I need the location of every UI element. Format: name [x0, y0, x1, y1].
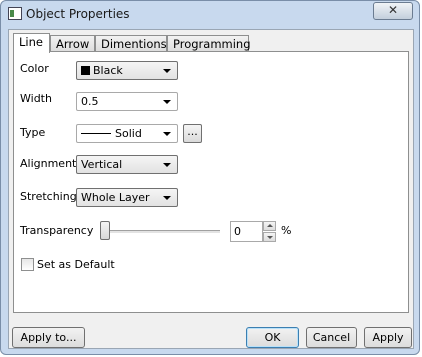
tab-programming[interactable]: Programming	[167, 35, 251, 52]
arrow-down-icon	[267, 236, 273, 239]
line-tab-panel: Color Black Width 0.5 Type Solid ... Ali…	[13, 51, 409, 313]
transparency-input[interactable]: 0	[230, 221, 263, 242]
stretching-value: Whole Layer	[81, 191, 150, 204]
chevron-down-icon	[163, 196, 171, 200]
apply-to-button[interactable]: Apply to...	[12, 327, 85, 348]
app-window-icon	[8, 7, 22, 20]
chevron-down-icon	[163, 100, 171, 104]
set-default-checkbox[interactable]	[21, 258, 34, 271]
dialog-body: Line Arrow Dimentions Programming Color …	[8, 29, 414, 349]
transparency-slider-thumb[interactable]	[100, 221, 110, 240]
chevron-down-icon	[163, 132, 171, 136]
tab-arrow[interactable]: Arrow	[50, 35, 95, 52]
tab-line[interactable]: Line	[13, 33, 50, 53]
solid-line-sample	[81, 133, 111, 134]
chevron-down-icon	[163, 163, 171, 167]
type-dropdown[interactable]: Solid	[76, 124, 178, 143]
percent-unit: %	[281, 224, 292, 237]
close-icon: ✕	[387, 3, 399, 17]
alignment-label: Alignment	[20, 157, 77, 170]
spin-down-button[interactable]	[263, 232, 276, 242]
window-title: Object Properties	[26, 7, 130, 21]
transparency-label: Transparency	[20, 224, 94, 237]
apply-button[interactable]: Apply	[364, 327, 412, 348]
color-label: Color	[20, 62, 49, 75]
ok-button[interactable]: OK	[246, 327, 299, 348]
alignment-value: Vertical	[81, 158, 123, 171]
line-type-browse-button[interactable]: ...	[183, 124, 202, 143]
spin-up-button[interactable]	[263, 221, 276, 231]
tab-dimentions[interactable]: Dimentions	[95, 35, 167, 52]
color-value: Black	[93, 64, 123, 77]
color-swatch	[81, 66, 90, 75]
width-dropdown[interactable]: 0.5	[76, 92, 178, 111]
close-button[interactable]: ✕	[373, 2, 413, 20]
transparency-slider-track[interactable]	[100, 230, 220, 234]
cancel-button[interactable]: Cancel	[306, 327, 357, 348]
title-bar[interactable]: Object Properties ✕	[1, 1, 419, 28]
object-properties-window: Object Properties ✕ Line Arrow Dimention…	[0, 0, 420, 355]
stretching-label: Stretching	[20, 190, 77, 203]
chevron-down-icon	[163, 69, 171, 73]
arrow-up-icon	[267, 224, 273, 227]
alignment-dropdown[interactable]: Vertical	[76, 155, 178, 174]
stretching-dropdown[interactable]: Whole Layer	[76, 188, 178, 207]
color-dropdown[interactable]: Black	[76, 61, 178, 80]
set-default-label[interactable]: Set as Default	[37, 258, 115, 271]
type-value: Solid	[115, 127, 142, 140]
width-value: 0.5	[81, 95, 99, 108]
type-label: Type	[20, 126, 46, 139]
width-label: Width	[20, 92, 52, 105]
